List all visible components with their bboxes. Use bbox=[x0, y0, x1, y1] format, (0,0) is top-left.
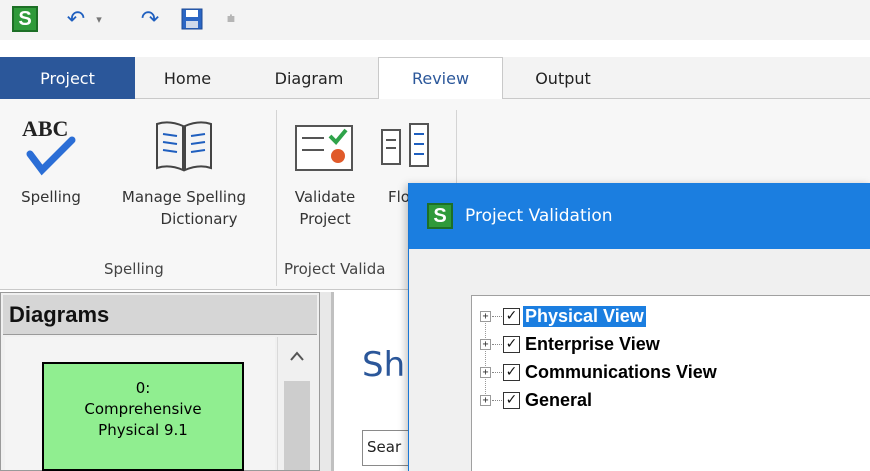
manage-spelling-label-line1: Manage Spelling bbox=[121, 188, 247, 206]
document-title: Sh bbox=[362, 345, 406, 385]
tab-output[interactable]: Output bbox=[503, 57, 623, 99]
validate-label-line2: Project bbox=[299, 210, 351, 228]
checkbox-checked-icon[interactable]: ✓ bbox=[503, 335, 520, 353]
dictionary-book-icon bbox=[156, 121, 212, 172]
diagrams-panel-title: Diagrams bbox=[3, 295, 317, 335]
checkbox-checked-icon[interactable]: ✓ bbox=[503, 307, 520, 325]
undo-dropdown-icon[interactable]: ▾ bbox=[92, 6, 106, 32]
tab-home[interactable]: Home bbox=[135, 57, 240, 99]
validation-tree: + ✓ Physical View + ✓ Enterprise View + … bbox=[471, 295, 870, 471]
splitter-line bbox=[331, 292, 334, 471]
expand-icon[interactable]: + bbox=[480, 366, 491, 378]
expand-icon[interactable]: + bbox=[480, 310, 491, 322]
validate-checklist-icon bbox=[295, 125, 353, 171]
tree-item-label: Physical View bbox=[523, 305, 646, 327]
validate-project-button[interactable]: Validate Project bbox=[286, 110, 364, 230]
tree-item-communications-view[interactable]: + ✓ Communications View bbox=[480, 358, 719, 386]
spelling-group-label: Spelling bbox=[104, 260, 164, 278]
save-icon[interactable] bbox=[178, 6, 206, 32]
diagram-card-line3: Physical 9.1 bbox=[98, 421, 188, 439]
tab-review[interactable]: Review bbox=[378, 57, 503, 100]
flow-list-icon bbox=[381, 123, 429, 167]
tree-item-label: Enterprise View bbox=[525, 333, 660, 354]
diagram-card[interactable]: 0: Comprehensive Physical 9.1 bbox=[42, 362, 244, 471]
diagrams-scrollbar[interactable] bbox=[277, 337, 315, 470]
tree-item-label: General bbox=[525, 389, 593, 410]
project-validation-dialog: S Project Validation + ✓ Physical View +… bbox=[408, 183, 870, 471]
tree-item-general[interactable]: + ✓ General bbox=[480, 386, 594, 414]
ribbon-group-separator bbox=[276, 110, 277, 286]
quick-access-toolbar: S ↶ ▾ ↷ ⩧ bbox=[0, 0, 870, 40]
manage-spelling-dictionary-button[interactable]: Manage Spelling Dictionary bbox=[104, 110, 264, 230]
flow-label: Flo bbox=[388, 188, 410, 206]
checkbox-checked-icon[interactable]: ✓ bbox=[503, 391, 520, 409]
ribbon-tab-strip: Project Home Diagram Review Output bbox=[0, 57, 870, 100]
tab-diagram[interactable]: Diagram bbox=[240, 57, 378, 99]
checkbox-checked-icon[interactable]: ✓ bbox=[503, 363, 520, 381]
diagram-card-line1: 0: bbox=[135, 379, 151, 397]
validate-label-line1: Validate bbox=[294, 188, 356, 206]
tree-item-label: Communications View bbox=[525, 361, 717, 382]
spelling-label: Spelling bbox=[21, 188, 81, 206]
tree-item-physical-view[interactable]: + ✓ Physical View bbox=[480, 302, 646, 330]
scroll-up-icon[interactable] bbox=[278, 337, 316, 375]
dialog-title: Project Validation bbox=[465, 206, 613, 226]
dialog-app-icon: S bbox=[427, 203, 453, 229]
project-validation-group-label: Project Valida bbox=[284, 260, 386, 278]
customize-toolbar-icon[interactable]: ⩧ bbox=[222, 6, 240, 32]
app-logo-icon: S bbox=[12, 6, 38, 32]
dialog-titlebar[interactable]: S Project Validation bbox=[409, 183, 870, 249]
scroll-thumb[interactable] bbox=[284, 381, 310, 470]
tree-item-enterprise-view[interactable]: + ✓ Enterprise View bbox=[480, 330, 662, 358]
abc-glyph: ABC bbox=[22, 116, 68, 141]
save-floppy-icon bbox=[181, 8, 203, 30]
expand-icon[interactable]: + bbox=[480, 394, 491, 406]
spelling-button[interactable]: ABC Spelling bbox=[10, 110, 92, 208]
tab-project[interactable]: Project bbox=[0, 57, 135, 99]
undo-icon[interactable]: ↶ bbox=[62, 6, 90, 32]
redo-icon[interactable]: ↷ bbox=[136, 6, 164, 32]
expand-icon[interactable]: + bbox=[480, 338, 491, 350]
app-icon[interactable]: S bbox=[10, 6, 40, 32]
manage-spelling-label-line2: Dictionary bbox=[160, 210, 238, 228]
spelling-check-icon: ABC bbox=[22, 116, 76, 176]
diagram-card-line2: Comprehensive bbox=[84, 400, 202, 418]
dialog-body: + ✓ Physical View + ✓ Enterprise View + … bbox=[409, 249, 870, 471]
